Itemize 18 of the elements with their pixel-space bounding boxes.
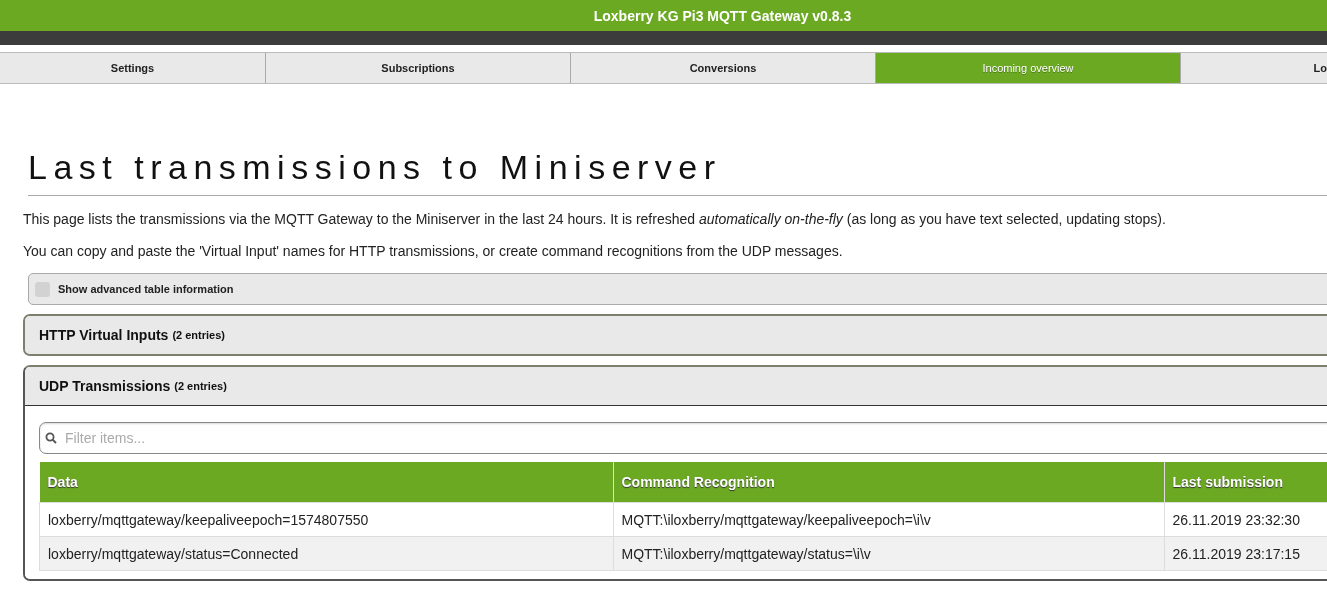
app-title: Loxberry KG Pi3 MQTT Gateway v0.8.3 (592, 7, 852, 24)
description-text: You can copy and paste the 'Virtual Input' names for HTTP transmissions, or create command recognitions from the UDP messages. (23, 243, 844, 259)
checkbox-label[interactable]: Show advanced table information (58, 283, 234, 295)
nav-tab[interactable]: Subscriptions (266, 53, 571, 83)
table-cell: loxberry/mqttgateway/status=Connected (39, 536, 613, 571)
nav-tab[interactable]: Conversions (571, 53, 876, 83)
collapsible-header[interactable]: HTTP Virtual Inputs (2 entries) (25, 316, 1327, 354)
description-text: This page lists the transmissions via the MQTT Gateway to the Miniserver in the last 24 hours. It is refreshed automatically on-the-fly (as long as you have text selected, updating stops). (23, 211, 1167, 227)
nav-tab[interactable]: Settings (0, 53, 266, 83)
page-heading: Last transmissions to Miniserver (28, 148, 1327, 196)
table-cell: 26.11.2019 23:17:15 (1164, 536, 1327, 571)
table-cell: MQTT:\iloxberry/mqttgateway/status=\i\v (613, 536, 1164, 571)
nav-tab[interactable]: Lo (1181, 53, 1327, 83)
table-cell: 26.11.2019 23:32:30 (1164, 502, 1327, 537)
table-cell: loxberry/mqttgateway/keepaliveepoch=1574807550 (39, 502, 613, 537)
table-cell: MQTT:\iloxberry/mqttgateway/keepaliveepoch=\i\v (613, 502, 1164, 537)
filter-field[interactable]: Filter items... (39, 422, 1327, 454)
collapsible-header[interactable]: UDP Transmissions (2 entries) (25, 367, 1327, 406)
